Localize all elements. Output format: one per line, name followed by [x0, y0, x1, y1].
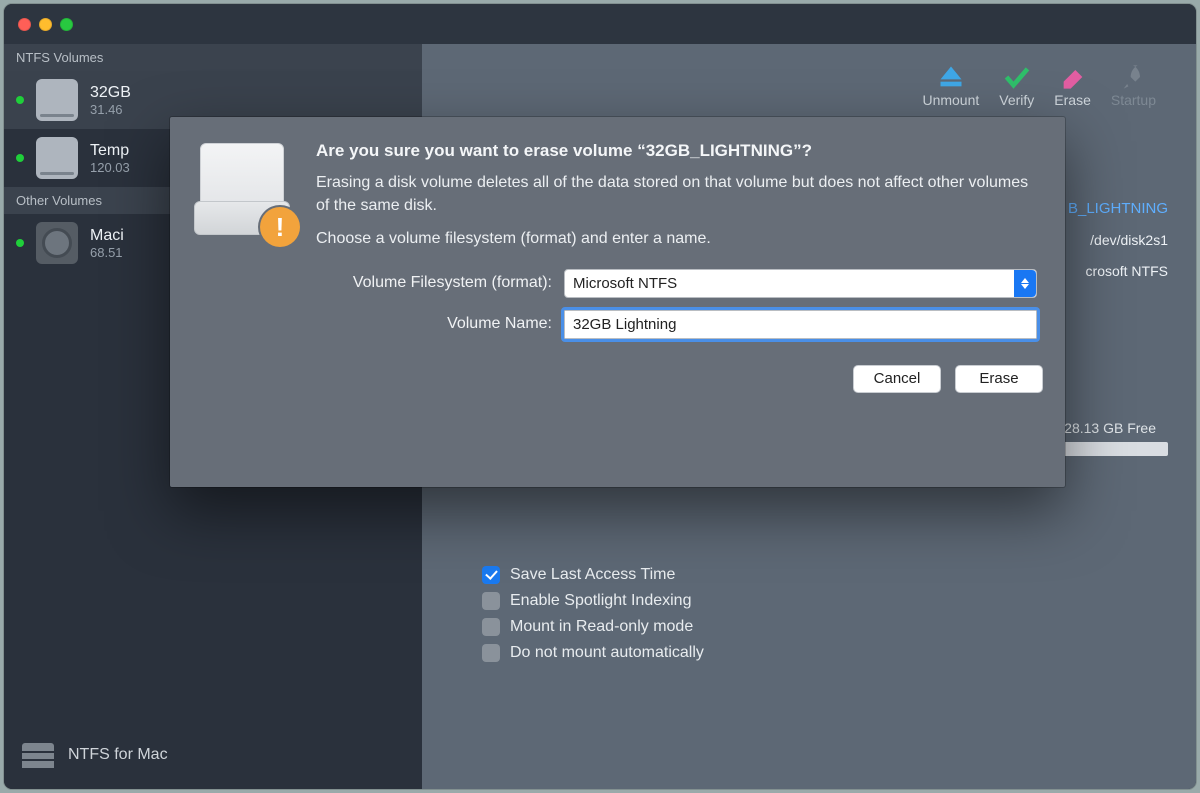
checkbox-icon [482, 592, 500, 610]
option-readonly[interactable]: Mount in Read-only mode [482, 618, 704, 636]
volume-name: 32GB [90, 84, 131, 102]
toolbar-label: Startup [1111, 92, 1156, 108]
filesystem-select[interactable]: Microsoft NTFS [564, 269, 1037, 298]
rocket-icon [1119, 63, 1147, 91]
mount-options: Save Last Access Time Enable Spotlight I… [482, 566, 704, 662]
option-save-access-time[interactable]: Save Last Access Time [482, 566, 704, 584]
toolbar: Unmount Verify Erase Startup [422, 44, 1196, 114]
option-label: Enable Spotlight Indexing [510, 592, 691, 610]
sidebar-section-ntfs: NTFS Volumes [4, 44, 422, 71]
option-label: Save Last Access Time [510, 566, 675, 584]
eject-icon [937, 63, 965, 91]
dialog-icon: ! [194, 141, 298, 245]
volume-size: 120.03 [90, 160, 130, 175]
option-no-automount[interactable]: Do not mount automatically [482, 644, 704, 662]
volume-name: Temp [90, 142, 130, 160]
erase-dialog: ! Are you sure you want to erase volume … [170, 117, 1065, 487]
hdd-icon [36, 222, 78, 264]
toolbar-label: Unmount [922, 92, 979, 108]
dialog-instruction: Choose a volume filesystem (format) and … [316, 227, 1037, 250]
title-bar [4, 4, 1196, 44]
option-label: Mount in Read-only mode [510, 618, 693, 636]
erase-confirm-button[interactable]: Erase [955, 365, 1043, 393]
eraser-icon [1059, 63, 1087, 91]
status-dot-icon [16, 239, 24, 247]
volume-size: 68.51 [90, 245, 124, 260]
verify-button[interactable]: Verify [999, 63, 1034, 108]
cancel-button[interactable]: Cancel [853, 365, 941, 393]
filesystem-value: Microsoft NTFS [573, 275, 677, 292]
volume-name-input[interactable] [564, 310, 1037, 339]
filesystem-label: Volume Filesystem (format): [317, 274, 552, 292]
erase-button[interactable]: Erase [1054, 63, 1091, 108]
dialog-description: Erasing a disk volume deletes all of the… [316, 171, 1037, 217]
option-label: Do not mount automatically [510, 644, 704, 662]
option-spotlight[interactable]: Enable Spotlight Indexing [482, 592, 704, 610]
volume-name: Maci [90, 227, 124, 245]
status-dot-icon [16, 154, 24, 162]
app-name: NTFS for Mac [68, 746, 168, 764]
select-arrows-icon [1014, 270, 1036, 297]
checkbox-icon [482, 644, 500, 662]
volume-name-label: Volume Name: [317, 315, 552, 333]
drive-icon [36, 79, 78, 121]
app-icon [22, 743, 54, 767]
toolbar-label: Verify [999, 92, 1034, 108]
checkbox-icon [482, 566, 500, 584]
traffic-lights [18, 18, 73, 31]
checkbox-icon [482, 618, 500, 636]
app-window: NTFS Volumes 32GB 31.46 Temp 120.03 Othe… [4, 4, 1196, 789]
sidebar-footer: NTFS for Mac [4, 725, 422, 789]
volume-size: 31.46 [90, 102, 131, 117]
dialog-title: Are you sure you want to erase volume “3… [316, 141, 1037, 161]
alert-badge-icon: ! [260, 207, 300, 247]
minimize-window-button[interactable] [39, 18, 52, 31]
button-label: Erase [979, 370, 1018, 387]
startup-button: Startup [1111, 63, 1156, 108]
unmount-button[interactable]: Unmount [922, 63, 979, 108]
status-dot-icon [16, 96, 24, 104]
button-label: Cancel [874, 370, 921, 387]
toolbar-label: Erase [1054, 92, 1091, 108]
drive-icon [36, 137, 78, 179]
check-icon [1003, 63, 1031, 91]
close-window-button[interactable] [18, 18, 31, 31]
maximize-window-button[interactable] [60, 18, 73, 31]
